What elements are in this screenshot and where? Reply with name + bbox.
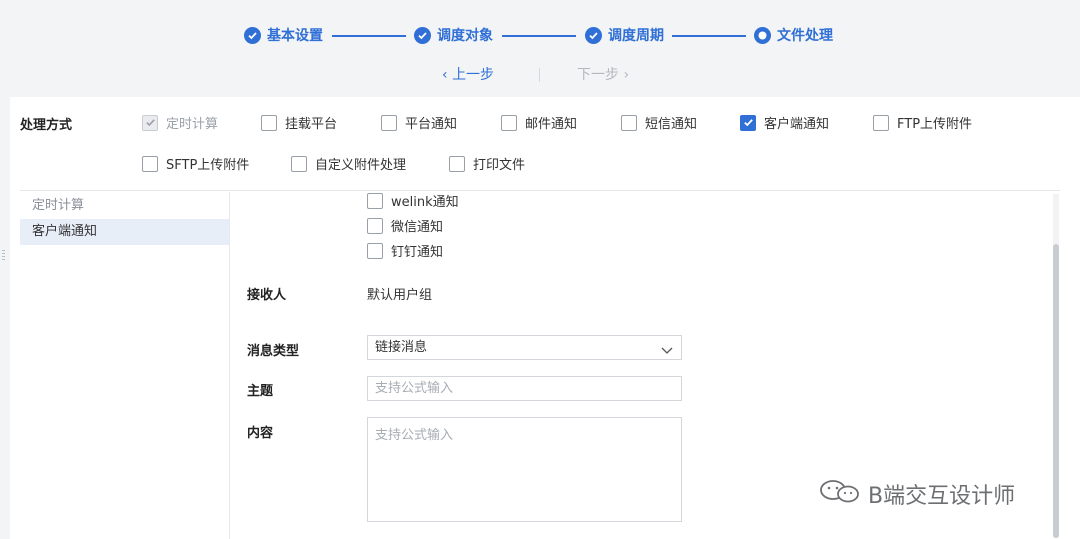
step-basic-settings[interactable]: 基本设置 (244, 25, 323, 45)
watermark-text: B端交互设计师 (868, 484, 1016, 509)
scrollbar[interactable] (1053, 194, 1059, 538)
checkbox-icon (291, 155, 307, 172)
option-wechat-notify[interactable]: 微信通知 (367, 216, 443, 235)
option-sms-notify[interactable]: 短信通知 (621, 113, 697, 132)
check-circle-icon (414, 26, 431, 44)
checkbox-icon (367, 192, 383, 209)
resize-grip-icon[interactable] (2, 250, 6, 264)
sidebar-item-client-notify[interactable]: 客户端通知 (20, 219, 229, 245)
watermark: B端交互设计师 (818, 478, 1015, 510)
step-file-processing[interactable]: 文件处理 (754, 25, 833, 45)
chevron-down-icon (661, 341, 673, 364)
msg-type-select[interactable]: 链接消息 (367, 335, 682, 360)
option-platform-notify[interactable]: 平台通知 (381, 113, 457, 132)
current-step-icon (754, 26, 771, 44)
checkbox-icon (449, 155, 465, 172)
option-sftp-upload[interactable]: SFTP上传附件 (142, 154, 249, 173)
option-email-notify[interactable]: 邮件通知 (501, 113, 577, 132)
step-connector (502, 35, 576, 37)
subject-input[interactable]: 支持公式输入 (367, 376, 682, 401)
subject-label: 主题 (247, 384, 274, 399)
option-dingtalk-notify[interactable]: 钉钉通知 (367, 241, 443, 260)
option-print-file[interactable]: 打印文件 (449, 154, 525, 173)
checkbox-icon (367, 217, 383, 234)
option-custom-attachment[interactable]: 自定义附件处理 (291, 154, 406, 173)
option-scheduled-calc: 定时计算 (142, 113, 218, 132)
checkbox-checked-icon (740, 114, 756, 131)
wechat-icon (818, 478, 862, 510)
option-ftp-upload[interactable]: FTP上传附件 (873, 113, 972, 132)
checkbox-icon (381, 114, 397, 131)
receiver-value: 默认用户组 (367, 288, 433, 303)
checkbox-icon (367, 242, 383, 259)
check-circle-icon (585, 26, 602, 44)
step-schedule-object[interactable]: 调度对象 (414, 25, 493, 45)
divider (539, 68, 540, 82)
next-step-button[interactable]: 下一步 › (577, 64, 629, 84)
checkbox-icon (501, 114, 517, 131)
divider (20, 190, 1060, 191)
checkbox-icon (142, 155, 158, 172)
scrollbar-thumb[interactable] (1053, 244, 1059, 538)
processing-title: 处理方式 (20, 118, 73, 133)
step-connector (672, 35, 746, 37)
checkbox-icon (261, 114, 277, 131)
chevron-left-icon: ‹ (442, 67, 453, 83)
main-panel: 处理方式 定时计算 挂载平台 平台通知 邮件通知 短信通知 客户端通知 FTP上… (10, 97, 1080, 539)
receiver-label: 接收人 (247, 288, 287, 303)
step-connector (332, 35, 406, 37)
prev-step-button[interactable]: ‹ 上一步 (442, 64, 494, 84)
option-client-notify[interactable]: 客户端通知 (740, 113, 829, 132)
step-label: 文件处理 (777, 28, 833, 44)
checkbox-icon (621, 114, 637, 131)
option-mount-platform[interactable]: 挂载平台 (261, 113, 337, 132)
step-label: 调度对象 (437, 28, 493, 44)
check-circle-icon (244, 26, 261, 44)
step-navigation: ‹ 上一步 下一步 › (0, 64, 1080, 86)
sidebar: 定时计算 客户端通知 (20, 192, 230, 539)
checkbox-icon (142, 114, 158, 131)
content-textarea[interactable]: 支持公式输入 (367, 417, 682, 522)
step-label: 基本设置 (267, 28, 323, 44)
option-welink-notify[interactable]: welink通知 (367, 191, 459, 210)
chevron-right-icon: › (619, 67, 630, 83)
checkbox-icon (873, 114, 889, 131)
stepper: 基本设置 调度对象 调度周期 文件处理 (0, 22, 1080, 50)
sidebar-item-scheduled-calc[interactable]: 定时计算 (20, 193, 229, 219)
content-label: 内容 (247, 426, 274, 441)
step-label: 调度周期 (608, 28, 664, 44)
msg-type-label: 消息类型 (247, 344, 300, 359)
step-schedule-period[interactable]: 调度周期 (585, 25, 664, 45)
